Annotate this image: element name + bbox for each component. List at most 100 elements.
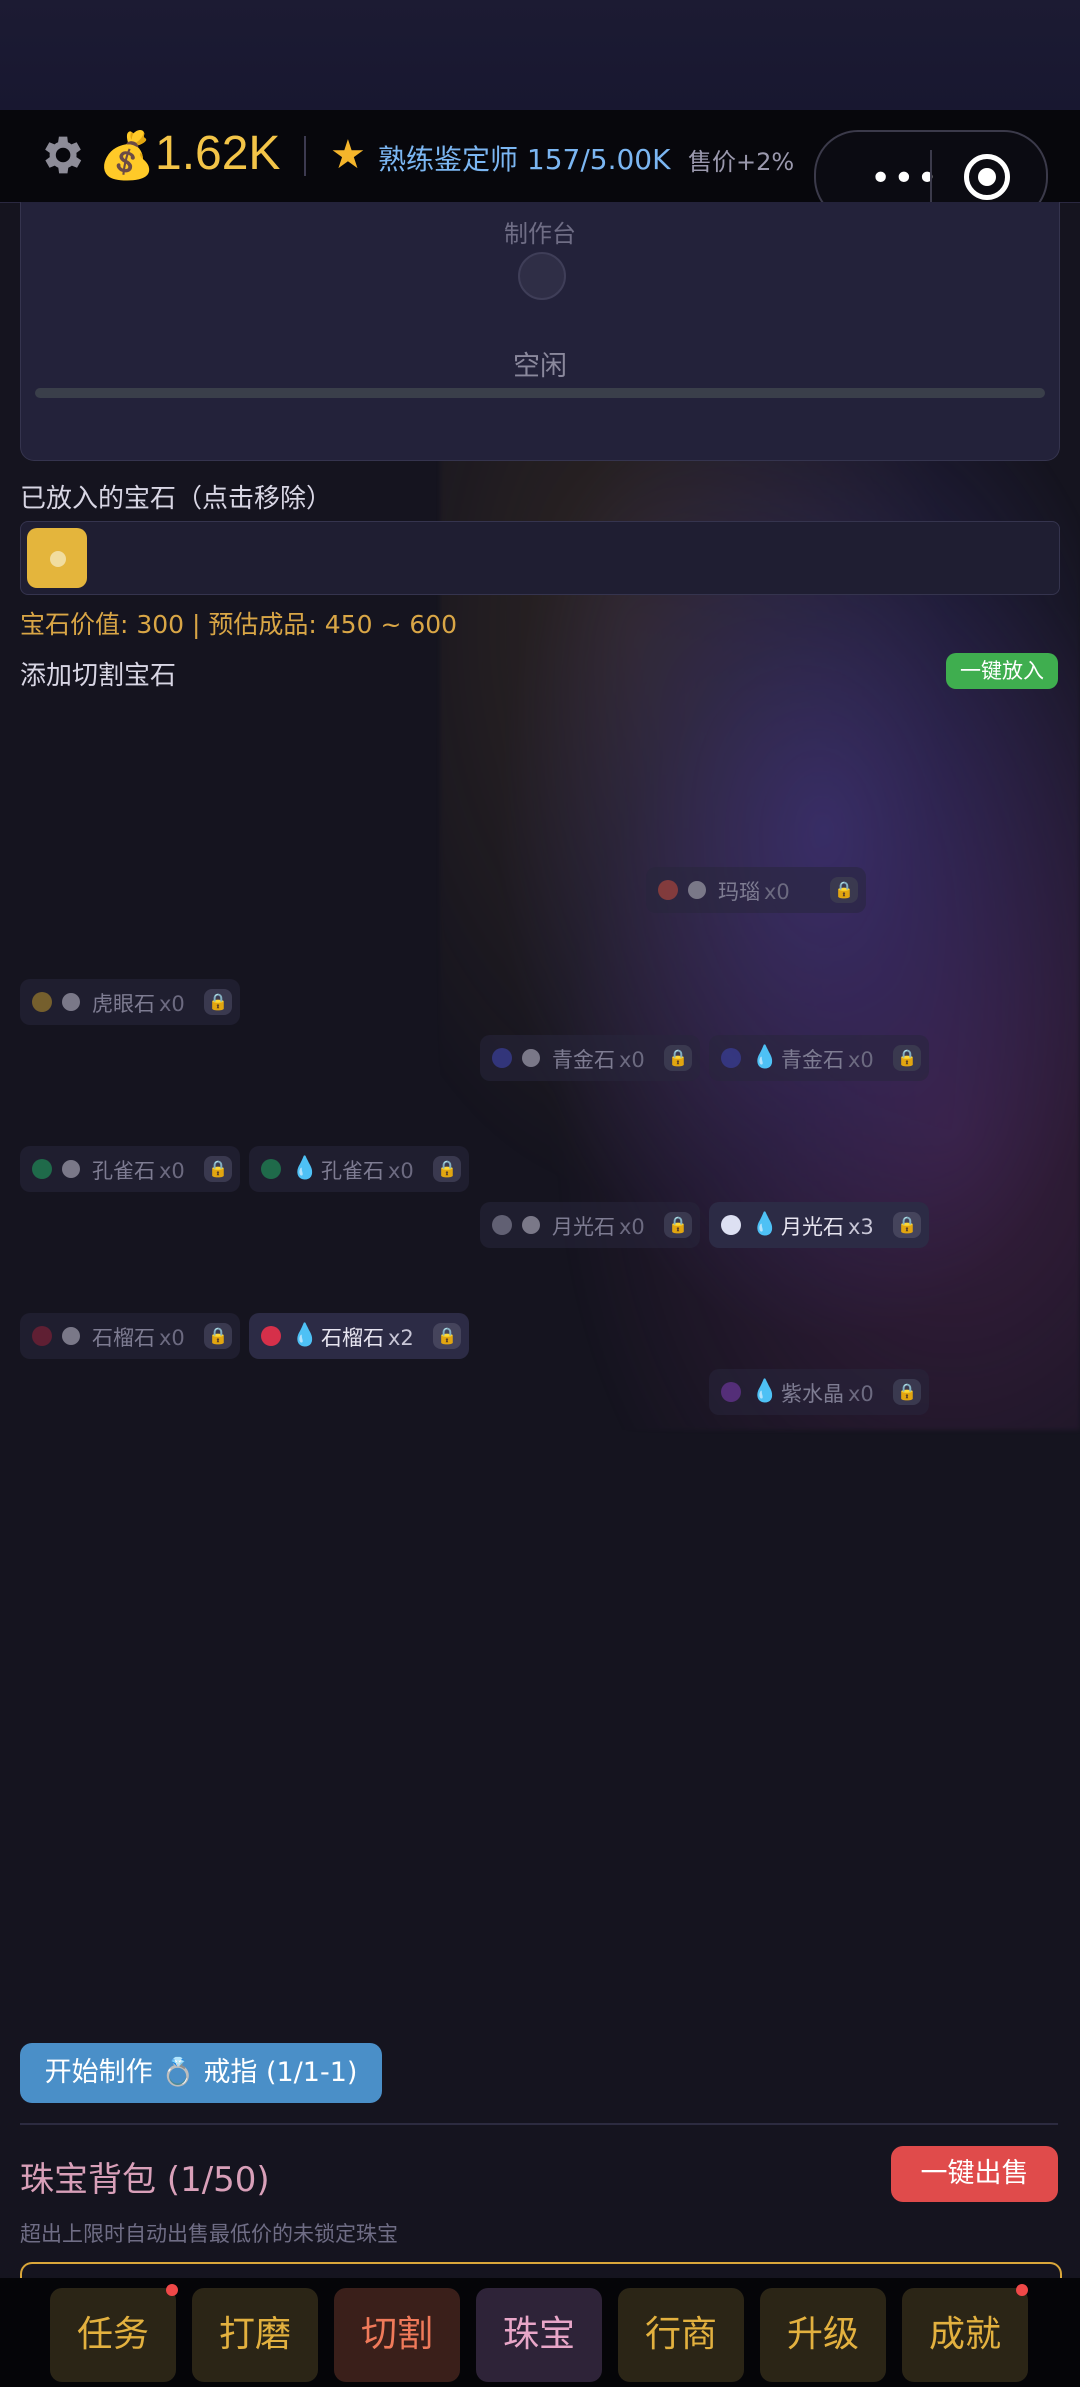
gem-chip[interactable]: 月光石 x0 🔒 bbox=[480, 1202, 700, 1248]
gem-chip[interactable]: 💧 孔雀石 x0 🔒 bbox=[249, 1146, 469, 1192]
gem-chip[interactable]: 💧 青金石 x0 🔒 bbox=[709, 1035, 929, 1081]
gem-color-dot bbox=[721, 1048, 741, 1068]
workbench-status: 空闲 bbox=[513, 351, 567, 382]
placed-gem[interactable] bbox=[27, 528, 87, 588]
gem-name: 玛瑙 x0 bbox=[718, 876, 790, 906]
gem-color-dot bbox=[261, 1326, 281, 1346]
gem-grade-dot bbox=[62, 1160, 80, 1178]
lock-icon[interactable]: 🔒 bbox=[433, 1323, 461, 1349]
gem-grade-dot bbox=[62, 1327, 80, 1345]
gem-grade-dot bbox=[62, 993, 80, 1011]
sale-bonus: 售价+2% bbox=[688, 148, 795, 176]
money-bag-icon: 💰 bbox=[98, 128, 156, 182]
placed-gems-box bbox=[20, 521, 1060, 595]
gem-name: 青金石 x0 bbox=[781, 1044, 874, 1074]
gem-name: 月光石 x3 bbox=[781, 1211, 874, 1241]
gear-icon[interactable] bbox=[36, 130, 86, 180]
gem-chip[interactable]: 💧 石榴石 x2 🔒 bbox=[249, 1313, 469, 1359]
gem-grade-dot bbox=[522, 1216, 540, 1234]
gem-name: 孔雀石 x0 bbox=[321, 1155, 414, 1185]
jewelry-bag-note: 超出上限时自动出售最低价的未锁定珠宝 bbox=[20, 2222, 398, 2246]
gem-name-text: 月光石 bbox=[781, 1215, 844, 1239]
gem-name: 紫水晶 x0 bbox=[781, 1378, 874, 1408]
lock-icon[interactable]: 🔒 bbox=[664, 1045, 692, 1071]
gem-name-text: 虎眼石 bbox=[92, 992, 155, 1016]
tab-polish[interactable]: 打磨 bbox=[192, 2288, 318, 2382]
gem-name-text: 孔雀石 bbox=[321, 1159, 384, 1183]
lock-icon[interactable]: 🔒 bbox=[204, 1323, 232, 1349]
gem-name-text: 玛瑙 bbox=[718, 880, 760, 904]
water-drop-icon: 💧 bbox=[751, 1045, 779, 1070]
gem-name: 虎眼石 x0 bbox=[92, 988, 185, 1018]
capsule-divider bbox=[930, 150, 932, 202]
workbench-progress-bar bbox=[35, 388, 1045, 398]
tab-tasks[interactable]: 任务 bbox=[50, 2288, 176, 2382]
lock-icon[interactable]: 🔒 bbox=[893, 1045, 921, 1071]
gem-chip[interactable]: 虎眼石 x0 🔒 bbox=[20, 979, 240, 1025]
sell-all-button[interactable]: 一键出售 bbox=[891, 2146, 1058, 2202]
gem-color-dot bbox=[32, 1159, 52, 1179]
water-drop-icon: 💧 bbox=[751, 1212, 779, 1237]
gem-name: 月光石 x0 bbox=[552, 1211, 645, 1241]
water-drop-icon: 💧 bbox=[291, 1156, 319, 1181]
tab-trade[interactable]: 行商 bbox=[618, 2288, 744, 2382]
tab-cut[interactable]: 切割 bbox=[334, 2288, 460, 2382]
start-craft-button[interactable]: 开始制作 💍 戒指 (1/1-1) bbox=[20, 2043, 382, 2103]
tab-achievements-badge bbox=[1016, 2284, 1028, 2296]
gem-count: x0 bbox=[848, 1048, 874, 1072]
add-gems-title: 添加切割宝石 bbox=[20, 661, 177, 691]
target-icon[interactable] bbox=[964, 154, 1010, 200]
section-divider bbox=[20, 2123, 1058, 2125]
gem-chip[interactable]: 青金石 x0 🔒 bbox=[480, 1035, 700, 1081]
gem-count: x0 bbox=[848, 1382, 874, 1406]
gem-grade-dot bbox=[688, 881, 706, 899]
gem-count: x0 bbox=[159, 1326, 185, 1350]
tab-tasks-badge bbox=[166, 2284, 178, 2296]
gem-color-dot bbox=[32, 992, 52, 1012]
gem-name: 孔雀石 x0 bbox=[92, 1155, 185, 1185]
lock-icon[interactable]: 🔒 bbox=[830, 877, 858, 903]
star-icon: ★ bbox=[330, 132, 366, 178]
gem-name-text: 紫水晶 bbox=[781, 1382, 844, 1406]
gem-chip[interactable]: 💧 紫水晶 x0 🔒 bbox=[709, 1369, 929, 1415]
gem-name: 石榴石 x0 bbox=[92, 1322, 185, 1352]
water-drop-icon: 💧 bbox=[291, 1323, 319, 1348]
gem-color-dot bbox=[721, 1382, 741, 1402]
gem-name-text: 石榴石 bbox=[92, 1326, 155, 1350]
gem-count: x0 bbox=[159, 992, 185, 1016]
gem-color-dot bbox=[32, 1326, 52, 1346]
lock-icon[interactable]: 🔒 bbox=[893, 1212, 921, 1238]
lock-icon[interactable]: 🔒 bbox=[204, 989, 232, 1015]
gem-name-text: 石榴石 bbox=[321, 1326, 384, 1350]
gem-chip[interactable]: 石榴石 x0 🔒 bbox=[20, 1313, 240, 1359]
tab-achievements[interactable]: 成就 bbox=[902, 2288, 1028, 2382]
gem-count: x2 bbox=[388, 1326, 414, 1350]
gem-name: 青金石 x0 bbox=[552, 1044, 645, 1074]
water-drop-icon: 💧 bbox=[751, 1379, 779, 1404]
workbench-title: 制作台 bbox=[504, 220, 576, 248]
jewelry-bag-title: 珠宝背包 (1/50) bbox=[20, 2160, 270, 2200]
money-amount: 1.62K bbox=[155, 127, 281, 180]
gem-color-dot bbox=[658, 880, 678, 900]
lock-icon[interactable]: 🔒 bbox=[433, 1156, 461, 1182]
lock-icon[interactable]: 🔒 bbox=[893, 1379, 921, 1405]
gem-count: x0 bbox=[159, 1159, 185, 1183]
lock-icon[interactable]: 🔒 bbox=[204, 1156, 232, 1182]
lock-icon[interactable]: 🔒 bbox=[664, 1212, 692, 1238]
gem-chip[interactable]: 💧 月光石 x3 🔒 bbox=[709, 1202, 929, 1248]
gem-count: x0 bbox=[619, 1048, 645, 1072]
gem-color-dot bbox=[261, 1159, 281, 1179]
tab-upgrade[interactable]: 升级 bbox=[760, 2288, 886, 2382]
gem-value-text: 宝石价值: 300 | 预估成品: 450 ~ 600 bbox=[20, 610, 458, 639]
gem-name-text: 青金石 bbox=[781, 1048, 844, 1072]
gem-color-dot bbox=[721, 1215, 741, 1235]
bottom-tab-bar: 任务 打磨 切割 珠宝 行商 升级 成就 bbox=[0, 2278, 1080, 2387]
auto-add-button[interactable]: 一键放入 bbox=[946, 653, 1058, 689]
gem-color-dot bbox=[492, 1048, 512, 1068]
tab-jewelry[interactable]: 珠宝 bbox=[476, 2288, 602, 2382]
gem-chip[interactable]: 孔雀石 x0 🔒 bbox=[20, 1146, 240, 1192]
gem-grade-dot bbox=[522, 1049, 540, 1067]
gem-count: x0 bbox=[764, 880, 790, 904]
gem-name-text: 月光石 bbox=[552, 1215, 615, 1239]
gem-chip[interactable]: 玛瑙 x0 🔒 bbox=[646, 867, 866, 913]
